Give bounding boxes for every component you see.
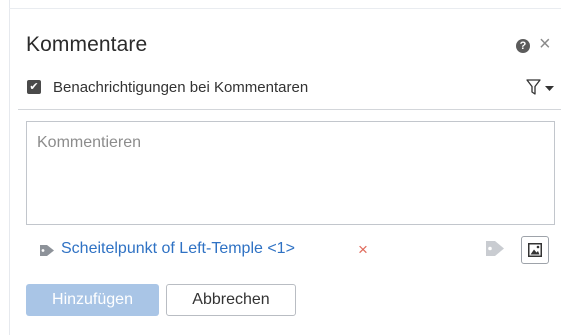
panel-title: Kommentare	[26, 33, 148, 56]
caret-down-icon[interactable]	[545, 86, 554, 92]
add-tag-icon[interactable]	[485, 240, 505, 257]
mention-link[interactable]: Scheitelpunkt of Left-Temple <1>	[61, 240, 295, 258]
notification-toggle-row[interactable]: ✔ Benachrichtigungen bei Kommentaren	[27, 75, 308, 99]
tag-icon	[40, 245, 54, 256]
filter-icon[interactable]	[526, 79, 541, 95]
header-divider	[18, 109, 561, 110]
close-icon[interactable]: ×	[539, 34, 551, 54]
question-circle-icon[interactable]: ?	[516, 39, 530, 53]
image-icon	[528, 243, 542, 257]
cancel-button[interactable]: Abbrechen	[166, 284, 296, 316]
add-comment-button[interactable]: Hinzufügen	[26, 284, 159, 316]
notification-checkbox[interactable]: ✔	[27, 80, 41, 94]
comment-input[interactable]: Kommentieren	[26, 121, 555, 225]
notification-label: Benachrichtigungen bei Kommentaren	[53, 78, 309, 96]
remove-mention-icon[interactable]: ×	[358, 240, 368, 260]
comments-panel: Kommentare ? × ✔ Benachrichtigungen bei …	[0, 0, 561, 335]
panel-top-border	[9, 8, 561, 9]
insert-image-button[interactable]	[521, 236, 549, 264]
panel-left-border	[9, 0, 10, 335]
